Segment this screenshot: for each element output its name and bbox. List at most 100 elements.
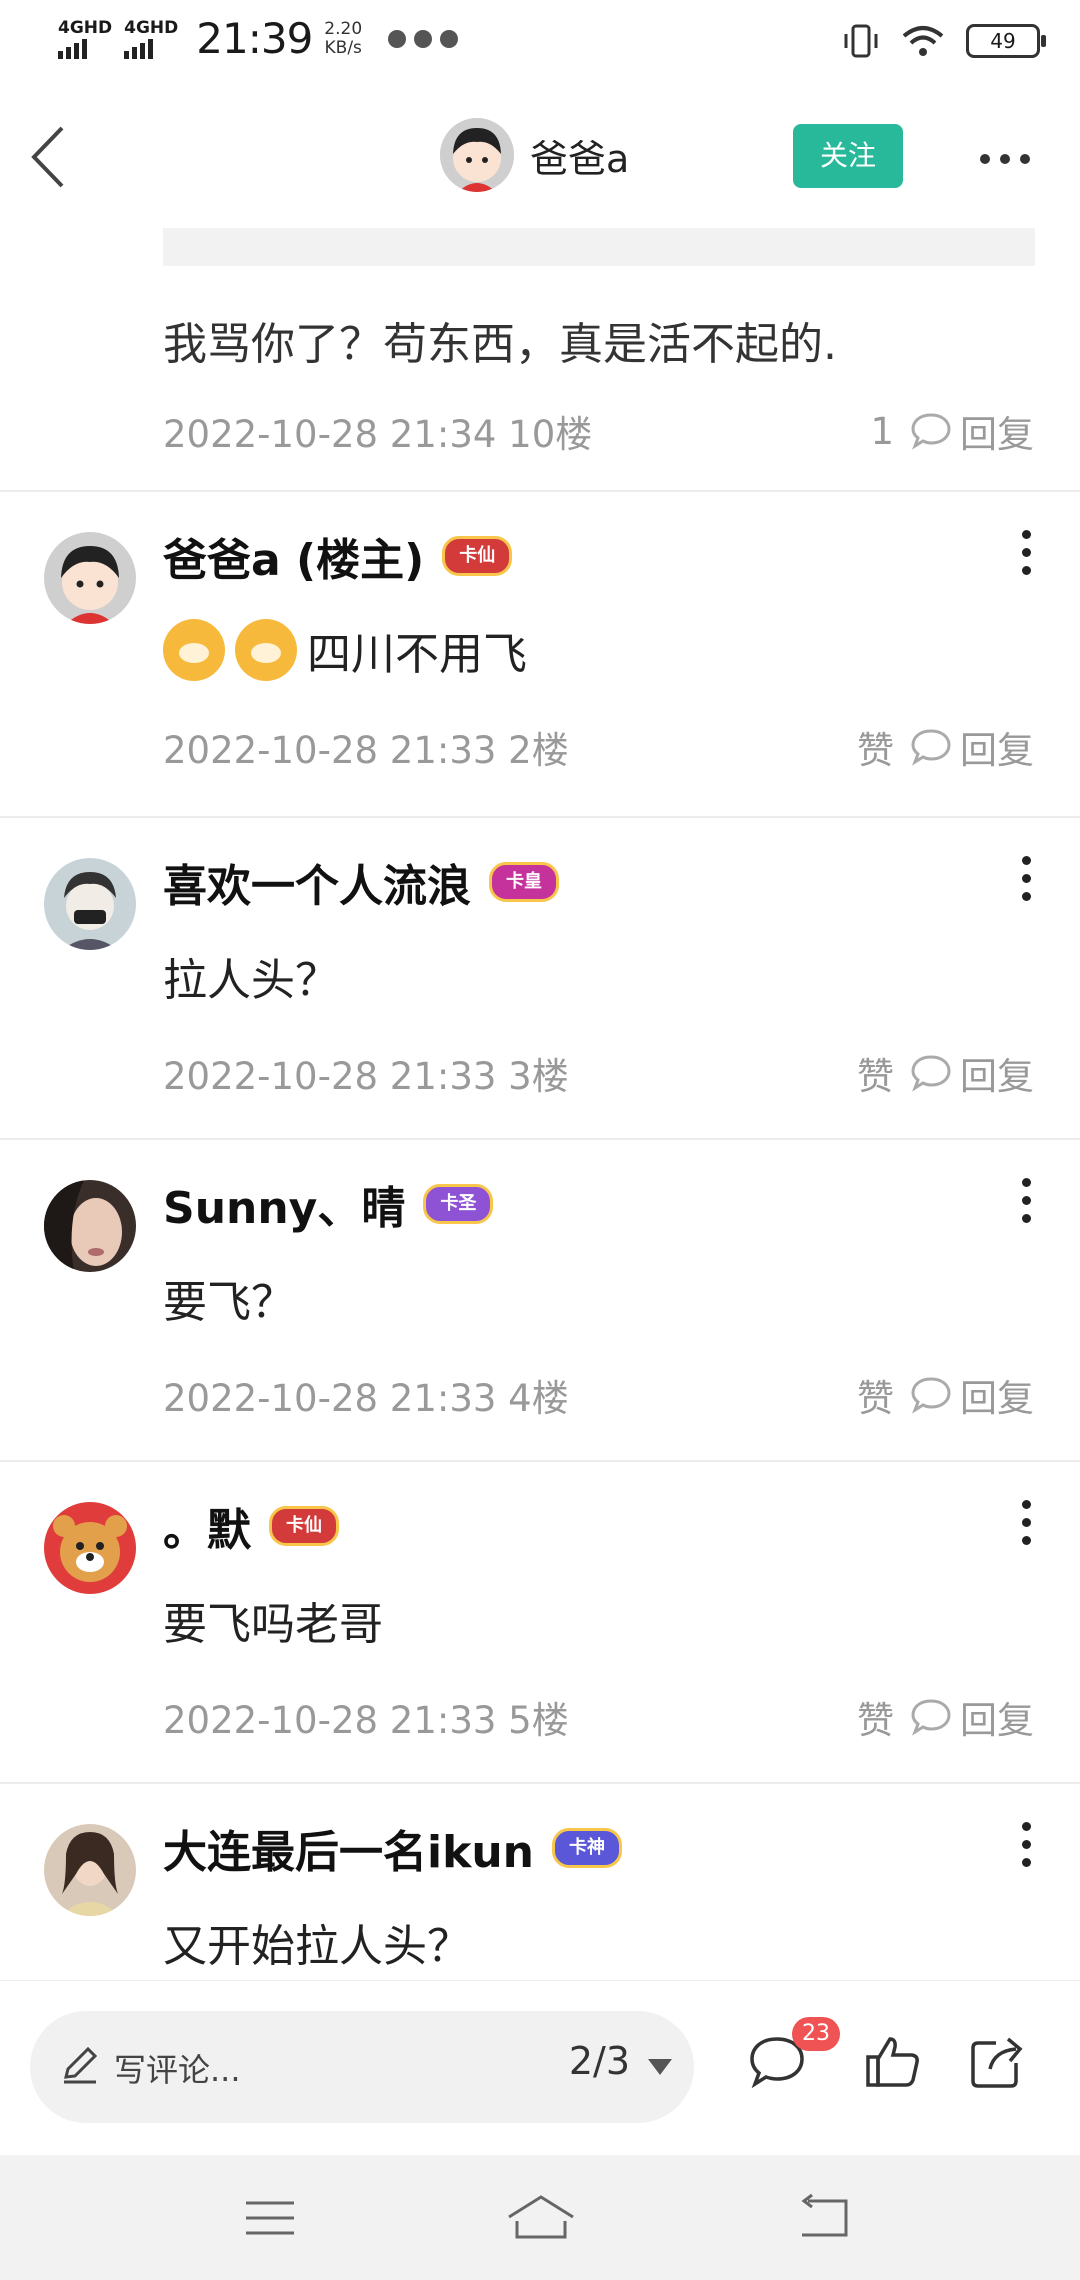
post-text-content: 拉人头？ [163,955,339,1006]
back-icon[interactable] [792,2191,852,2245]
level-badge: 卡圣 [423,1184,494,1224]
post-actions: 赞 回复 [857,1368,1034,1422]
like-button[interactable]: 赞 [857,1690,894,1744]
doge-emoji-icon [235,619,297,681]
reply-button[interactable]: 回复 [910,1368,1034,1422]
like-button[interactable]: 赞 [857,720,894,774]
reply-icon [911,1699,951,1736]
reply-label: 回复 [960,729,1034,772]
network-type-1: 4GHD [58,17,113,38]
notification-icons [388,29,459,48]
quoted-content-strip [163,228,1035,266]
vibrate-icon [844,24,878,58]
post-text: 拉人头？ [163,944,339,1008]
post-meta: 2022-10-28 21:34 10楼 [163,413,593,456]
username-text[interactable]: 。默 [163,1494,251,1558]
reply-icon [911,1055,951,1092]
chevron-down-icon[interactable] [648,2059,672,2075]
username-text[interactable]: Sunny、晴 [163,1172,405,1236]
post-actions: 赞 回复 [857,1046,1034,1100]
speed-unit: KB/s [324,37,362,58]
username[interactable]: 喜欢一个人流浪 卡皇 [163,850,559,914]
post-text-content: 又开始拉人头？ [163,1921,471,1972]
wifi-icon [902,26,944,56]
avatar[interactable] [44,1502,136,1594]
level-badge: 卡神 [552,1828,622,1868]
post-text: 要飞吗老哥 [163,1588,383,1652]
username-text[interactable]: 爸爸a (楼主) [163,524,424,588]
post-text-content: 四川不用飞 [307,629,527,680]
comment-placeholder[interactable]: 写评论... [114,2045,241,2091]
comment-list[interactable]: 我骂你了？苟东西，真是活不起的. 2022-10-28 21:34 10楼 1 … [0,222,1080,1980]
comment-count-badge: 23 [792,2017,840,2051]
signal-bars-icon [124,37,154,59]
share-icon[interactable] [968,2033,1026,2091]
username[interactable]: Sunny、晴 卡圣 [163,1172,494,1236]
post-actions: 1 回复 [870,404,1034,458]
network-speed: 2.20 KB/s [324,18,363,58]
back-button[interactable] [24,122,74,192]
network-type-2: 4GHD [124,17,179,38]
post-meta: 2022-10-28 21:33 3楼 [163,1055,569,1098]
thread-author[interactable]: 爸爸a [440,118,629,192]
post-menu-icon[interactable] [1020,530,1032,575]
reply-label: 回复 [960,1377,1034,1420]
battery-indicator: 49 [966,24,1046,58]
status-time: 21:39 [196,14,313,63]
more-options-icon[interactable] [980,144,1036,174]
username-text[interactable]: 大连最后一名ikun [163,1816,534,1880]
pencil-icon [64,2046,98,2084]
like-thumb-icon[interactable] [864,2033,922,2091]
post-menu-icon[interactable] [1020,1822,1032,1867]
avatar[interactable] [44,1180,136,1272]
menu-icon[interactable] [240,2191,300,2245]
username-text[interactable]: 喜欢一个人流浪 [163,850,471,914]
reply-icon [911,729,951,766]
author-avatar[interactable] [440,118,514,192]
signal-bars-icon [58,37,87,59]
post-text: 我骂你了？苟东西，真是活不起的. [163,319,837,370]
reply-button[interactable]: 回复 [910,1046,1034,1100]
username[interactable]: 大连最后一名ikun 卡神 [163,1816,622,1880]
signal-indicator-1: 4GHD [58,19,112,59]
bottom-action-bar: 写评论... 2/3 23 [0,1980,1080,2156]
speed-value: 2.20 [324,18,363,39]
comment-input[interactable]: 写评论... 2/3 [30,2011,694,2123]
like-button[interactable]: 赞 [857,1046,894,1100]
post-text: 要飞？ [163,1266,295,1330]
reply-button[interactable]: 回复 [910,404,1034,458]
author-name[interactable]: 爸爸a [530,128,629,183]
page-indicator[interactable]: 2/3 [569,2039,630,2083]
level-badge: 卡仙 [442,536,513,576]
post-text: 四川不用飞 [163,618,527,682]
avatar[interactable] [44,532,136,624]
reply-button[interactable]: 回复 [910,720,1034,774]
reply-icon [911,413,951,450]
post-menu-icon[interactable] [1020,1178,1032,1223]
post-menu-icon[interactable] [1020,1500,1032,1545]
doge-emoji-icon [163,619,225,681]
reply-label: 回复 [960,413,1034,456]
post-item: 。默 卡仙 要飞吗老哥 2022-10-28 21:33 5楼 赞 回复 [0,1462,1080,1782]
avatar[interactable] [44,858,136,950]
post-actions: 赞 回复 [857,1690,1034,1744]
home-icon[interactable] [505,2191,577,2245]
top-nav-bar: 爸爸a 关注 [0,82,1080,222]
reply-label: 回复 [960,1055,1034,1098]
signal-indicator-2: 4GHD [124,19,178,59]
post-actions: 赞 回复 [857,720,1034,774]
avatar[interactable] [44,1824,136,1916]
follow-button[interactable]: 关注 [793,124,903,188]
level-badge: 卡仙 [269,1506,339,1546]
reply-icon [911,1377,951,1414]
like-button[interactable]: 赞 [857,1368,894,1422]
username[interactable]: 。默 卡仙 [163,1494,339,1558]
post-item: 大连最后一名ikun 卡神 又开始拉人头？ [0,1784,1080,1980]
like-button[interactable]: 1 [870,410,894,453]
post-meta: 2022-10-28 21:33 4楼 [163,1377,569,1420]
status-bar: 4GHD 4GHD 21:39 2.20 KB/s 49 [0,0,1080,82]
username[interactable]: 爸爸a (楼主) 卡仙 [163,524,513,588]
post-menu-icon[interactable] [1020,856,1032,901]
post-meta: 2022-10-28 21:33 2楼 [163,729,569,772]
reply-button[interactable]: 回复 [910,1690,1034,1744]
